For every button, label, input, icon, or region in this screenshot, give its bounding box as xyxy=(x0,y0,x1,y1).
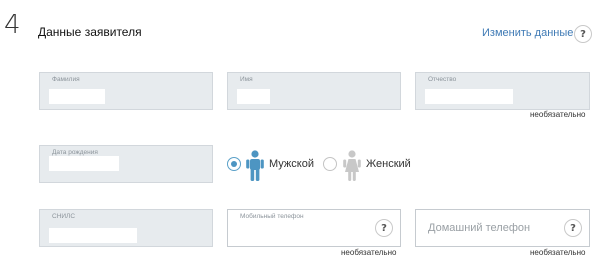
gender-female-label[interactable]: Женский xyxy=(366,158,411,170)
home-phone-optional-note: необязательно xyxy=(530,248,586,257)
mobile-phone-help-button[interactable]: ? xyxy=(375,219,393,237)
snils-label: СНИЛС xyxy=(52,213,76,220)
question-icon: ? xyxy=(570,222,576,234)
snils-input[interactable] xyxy=(49,228,137,243)
question-icon: ? xyxy=(381,222,387,234)
patronymic-optional-note: необязательно xyxy=(530,110,586,119)
section-help-button[interactable]: ? xyxy=(574,25,592,43)
firstname-field[interactable]: Имя xyxy=(227,72,401,110)
home-phone-placeholder: Домашний телефон xyxy=(428,222,531,234)
patronymic-label: Отчество xyxy=(428,76,457,83)
birthdate-input[interactable] xyxy=(49,156,119,171)
firstname-label: Имя xyxy=(240,76,253,83)
lastname-label: Фамилия xyxy=(52,76,80,83)
step-number: 4 xyxy=(4,10,21,40)
section-title: Данные заявителя xyxy=(38,25,142,39)
mobile-phone-field[interactable]: Мобильный телефон ? xyxy=(227,209,401,247)
home-phone-field[interactable]: Домашний телефон ? xyxy=(415,209,590,247)
birthdate-field[interactable]: Дата рождения xyxy=(39,145,213,183)
female-icon xyxy=(343,150,361,181)
change-data-link[interactable]: Изменить данные xyxy=(482,27,573,39)
patronymic-input[interactable] xyxy=(425,89,513,104)
firstname-input[interactable] xyxy=(237,89,270,104)
mobile-phone-optional-note: необязательно xyxy=(341,248,397,257)
patronymic-field[interactable]: Отчество xyxy=(415,72,590,110)
lastname-field[interactable]: Фамилия xyxy=(39,72,213,110)
home-phone-help-button[interactable]: ? xyxy=(564,219,582,237)
birthdate-label: Дата рождения xyxy=(52,149,98,156)
male-icon xyxy=(246,150,264,181)
snils-field[interactable]: СНИЛС xyxy=(39,209,213,247)
lastname-input[interactable] xyxy=(49,89,105,104)
gender-female-radio[interactable] xyxy=(323,157,337,171)
gender-male-label[interactable]: Мужской xyxy=(269,158,314,170)
gender-male-radio[interactable] xyxy=(227,157,241,171)
question-icon: ? xyxy=(580,28,586,40)
mobile-phone-label: Мобильный телефон xyxy=(240,213,304,220)
